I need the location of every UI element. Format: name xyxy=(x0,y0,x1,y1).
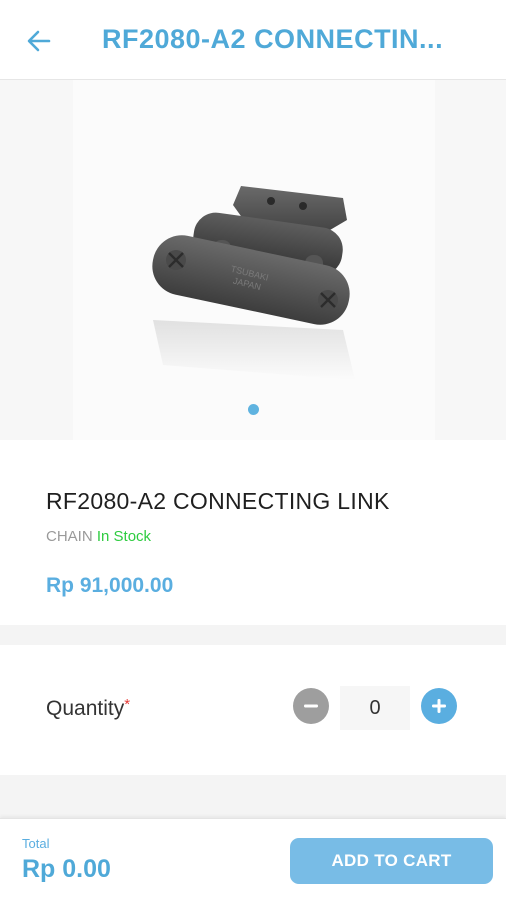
page-title: RF2080-A2 CONNECTIN... xyxy=(102,24,444,54)
quantity-label: Quantity* xyxy=(46,696,131,721)
quantity-input[interactable] xyxy=(340,686,410,730)
required-mark: * xyxy=(124,696,131,713)
product-category: CHAIN xyxy=(46,528,93,545)
decrease-quantity-button[interactable] xyxy=(293,688,329,724)
minus-circle-icon xyxy=(304,704,318,708)
checkout-footer: Total Rp 0.00 ADD TO CART xyxy=(0,818,506,900)
total-label: Total xyxy=(22,836,50,851)
increase-quantity-button[interactable] xyxy=(421,688,457,724)
back-button[interactable] xyxy=(22,24,56,58)
stock-status: In Stock xyxy=(96,528,152,545)
product-image-frame: TSUBAKI JAPAN xyxy=(73,80,435,440)
gallery-page-dot-active[interactable] xyxy=(248,404,259,415)
arrow-left-icon xyxy=(27,30,51,52)
product-info-card: RF2080-A2 CONNECTING LINK CHAIN In Stock… xyxy=(0,440,506,625)
app-header: RF2080-A2 CONNECTIN... xyxy=(0,0,506,80)
product-meta: CHAIN In Stock xyxy=(46,528,151,545)
quantity-label-text: Quantity xyxy=(46,697,125,720)
plus-circle-icon xyxy=(432,699,446,713)
add-to-cart-button[interactable]: ADD TO CART xyxy=(290,838,493,884)
quantity-card: Quantity* xyxy=(0,645,506,775)
product-price: Rp 91,000.00 xyxy=(46,574,174,597)
product-image: TSUBAKI JAPAN xyxy=(152,186,355,380)
product-gallery[interactable]: TSUBAKI JAPAN xyxy=(0,80,506,440)
total-value: Rp 0.00 xyxy=(22,855,111,883)
product-name: RF2080-A2 CONNECTING LINK xyxy=(46,488,390,514)
